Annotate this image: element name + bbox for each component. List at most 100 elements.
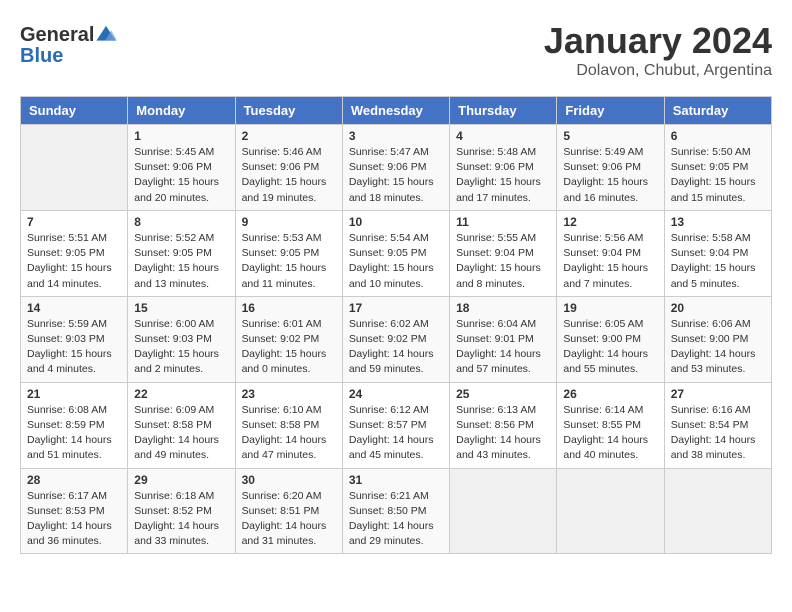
weekday-sunday: Sunday: [21, 97, 128, 125]
day-info: Sunrise: 5:49 AMSunset: 9:06 PMDaylight:…: [563, 145, 657, 206]
logo: General Blue: [20, 20, 117, 68]
day-number: 13: [671, 215, 765, 229]
calendar-cell: 19 Sunrise: 6:05 AMSunset: 9:00 PMDayligh…: [557, 296, 664, 382]
calendar-cell: 24 Sunrise: 6:12 AMSunset: 8:57 PMDayligh…: [342, 382, 449, 468]
calendar-title: January 2024: [544, 20, 772, 62]
weekday-friday: Friday: [557, 97, 664, 125]
day-number: 1: [134, 129, 228, 143]
day-number: 26: [563, 387, 657, 401]
calendar-cell: 20Sunrise: 6:06 AMSunset: 9:00 PMDayligh…: [664, 296, 771, 382]
day-number: 6: [671, 129, 765, 143]
title-block: January 2024 Dolavon, Chubut, Argentina: [544, 20, 772, 80]
calendar-cell: 27Sunrise: 6:16 AMSunset: 8:54 PMDayligh…: [664, 382, 771, 468]
page-header: General Blue January 2024 Dolavon, Chubu…: [20, 20, 772, 80]
week-row-1: 1 Sunrise: 5:45 AMSunset: 9:06 PMDaylight…: [21, 125, 772, 211]
day-info: Sunrise: 5:48 AMSunset: 9:06 PMDaylight:…: [456, 145, 550, 206]
day-info: Sunrise: 6:09 AMSunset: 8:58 PMDaylight:…: [134, 403, 228, 464]
logo-row: General: [20, 24, 117, 47]
day-number: 25: [456, 387, 550, 401]
day-number: 30: [242, 473, 336, 487]
logo-blue-row: Blue: [20, 45, 63, 68]
day-info: Sunrise: 5:46 AMSunset: 9:06 PMDaylight:…: [242, 145, 336, 206]
day-number: 29: [134, 473, 228, 487]
day-info: Sunrise: 5:59 AMSunset: 9:03 PMDaylight:…: [27, 317, 121, 378]
day-info: Sunrise: 5:54 AMSunset: 9:05 PMDaylight:…: [349, 231, 443, 292]
day-number: 31: [349, 473, 443, 487]
day-info: Sunrise: 6:00 AMSunset: 9:03 PMDaylight:…: [134, 317, 228, 378]
calendar-cell: 2Sunrise: 5:46 AMSunset: 9:06 PMDaylight…: [235, 125, 342, 211]
day-info: Sunrise: 5:47 AMSunset: 9:06 PMDaylight:…: [349, 145, 443, 206]
day-info: Sunrise: 5:58 AMSunset: 9:04 PMDaylight:…: [671, 231, 765, 292]
day-info: Sunrise: 6:02 AMSunset: 9:02 PMDaylight:…: [349, 317, 443, 378]
day-info: Sunrise: 5:55 AMSunset: 9:04 PMDaylight:…: [456, 231, 550, 292]
day-info: Sunrise: 5:50 AMSunset: 9:05 PMDaylight:…: [671, 145, 765, 206]
calendar-cell: [450, 468, 557, 554]
day-number: 24: [349, 387, 443, 401]
day-number: 12: [563, 215, 657, 229]
day-info: Sunrise: 6:18 AMSunset: 8:52 PMDaylight:…: [134, 489, 228, 550]
week-row-4: 21Sunrise: 6:08 AMSunset: 8:59 PMDayligh…: [21, 382, 772, 468]
calendar-cell: 23Sunrise: 6:10 AMSunset: 8:58 PMDayligh…: [235, 382, 342, 468]
calendar-cell: 26Sunrise: 6:14 AMSunset: 8:55 PMDayligh…: [557, 382, 664, 468]
day-number: 19: [563, 301, 657, 315]
calendar-cell: 9 Sunrise: 5:53 AMSunset: 9:05 PMDaylight…: [235, 210, 342, 296]
calendar-cell: 4 Sunrise: 5:48 AMSunset: 9:06 PMDaylight…: [450, 125, 557, 211]
day-info: Sunrise: 5:56 AMSunset: 9:04 PMDaylight:…: [563, 231, 657, 292]
day-number: 18: [456, 301, 550, 315]
day-info: Sunrise: 5:53 AMSunset: 9:05 PMDaylight:…: [242, 231, 336, 292]
day-info: Sunrise: 6:05 AMSunset: 9:00 PMDaylight:…: [563, 317, 657, 378]
logo-general-part: General: [20, 24, 94, 47]
day-number: 4: [456, 129, 550, 143]
calendar-cell: 6 Sunrise: 5:50 AMSunset: 9:05 PMDaylight…: [664, 125, 771, 211]
logo-blue-part: Blue: [20, 45, 63, 67]
calendar-cell: 14 Sunrise: 5:59 AMSunset: 9:03 PMDayligh…: [21, 296, 128, 382]
calendar-cell: 31Sunrise: 6:21 AMSunset: 8:50 PMDayligh…: [342, 468, 449, 554]
day-info: Sunrise: 6:13 AMSunset: 8:56 PMDaylight:…: [456, 403, 550, 464]
calendar-cell: 1 Sunrise: 5:45 AMSunset: 9:06 PMDaylight…: [128, 125, 235, 211]
day-info: Sunrise: 5:52 AMSunset: 9:05 PMDaylight:…: [134, 231, 228, 292]
week-row-3: 14 Sunrise: 5:59 AMSunset: 9:03 PMDayligh…: [21, 296, 772, 382]
calendar-cell: 22 Sunrise: 6:09 AMSunset: 8:58 PMDayligh…: [128, 382, 235, 468]
calendar-cell: [664, 468, 771, 554]
day-info: Sunrise: 6:08 AMSunset: 8:59 PMDaylight:…: [27, 403, 121, 464]
calendar-cell: 3Sunrise: 5:47 AMSunset: 9:06 PMDaylight…: [342, 125, 449, 211]
weekday-monday: Monday: [128, 97, 235, 125]
day-number: 16: [242, 301, 336, 315]
calendar-cell: 13 Sunrise: 5:58 AMSunset: 9:04 PMDayligh…: [664, 210, 771, 296]
day-info: Sunrise: 6:12 AMSunset: 8:57 PMDaylight:…: [349, 403, 443, 464]
weekday-saturday: Saturday: [664, 97, 771, 125]
week-row-2: 7 Sunrise: 5:51 AMSunset: 9:05 PMDaylight…: [21, 210, 772, 296]
calendar-cell: 12 Sunrise: 5:56 AMSunset: 9:04 PMDayligh…: [557, 210, 664, 296]
calendar-cell: 30 Sunrise: 6:20 AMSunset: 8:51 PMDayligh…: [235, 468, 342, 554]
day-number: 5: [563, 129, 657, 143]
calendar-cell: [557, 468, 664, 554]
calendar-cell: 17 Sunrise: 6:02 AMSunset: 9:02 PMDayligh…: [342, 296, 449, 382]
calendar-cell: 16 Sunrise: 6:01 AMSunset: 9:02 PMDayligh…: [235, 296, 342, 382]
day-number: 14: [27, 301, 121, 315]
calendar-cell: 29 Sunrise: 6:18 AMSunset: 8:52 PMDayligh…: [128, 468, 235, 554]
day-number: 7: [27, 215, 121, 229]
day-number: 10: [349, 215, 443, 229]
day-number: 22: [134, 387, 228, 401]
day-info: Sunrise: 5:51 AMSunset: 9:05 PMDaylight:…: [27, 231, 121, 292]
day-number: 8: [134, 215, 228, 229]
calendar-cell: 25 Sunrise: 6:13 AMSunset: 8:56 PMDayligh…: [450, 382, 557, 468]
day-info: Sunrise: 6:17 AMSunset: 8:53 PMDaylight:…: [27, 489, 121, 550]
day-info: Sunrise: 6:04 AMSunset: 9:01 PMDaylight:…: [456, 317, 550, 378]
day-number: 9: [242, 215, 336, 229]
day-info: Sunrise: 6:16 AMSunset: 8:54 PMDaylight:…: [671, 403, 765, 464]
day-info: Sunrise: 6:20 AMSunset: 8:51 PMDaylight:…: [242, 489, 336, 550]
day-info: Sunrise: 6:01 AMSunset: 9:02 PMDaylight:…: [242, 317, 336, 378]
day-number: 11: [456, 215, 550, 229]
weekday-tuesday: Tuesday: [235, 97, 342, 125]
day-number: 15: [134, 301, 228, 315]
calendar-subtitle: Dolavon, Chubut, Argentina: [544, 62, 772, 80]
day-info: Sunrise: 5:45 AMSunset: 9:06 PMDaylight:…: [134, 145, 228, 206]
calendar-cell: 15 Sunrise: 6:00 AMSunset: 9:03 PMDayligh…: [128, 296, 235, 382]
day-number: 28: [27, 473, 121, 487]
calendar-cell: 10 Sunrise: 5:54 AMSunset: 9:05 PMDayligh…: [342, 210, 449, 296]
week-row-5: 28 Sunrise: 6:17 AMSunset: 8:53 PMDayligh…: [21, 468, 772, 554]
day-number: 17: [349, 301, 443, 315]
calendar-cell: 7 Sunrise: 5:51 AMSunset: 9:05 PMDaylight…: [21, 210, 128, 296]
day-number: 20: [671, 301, 765, 315]
